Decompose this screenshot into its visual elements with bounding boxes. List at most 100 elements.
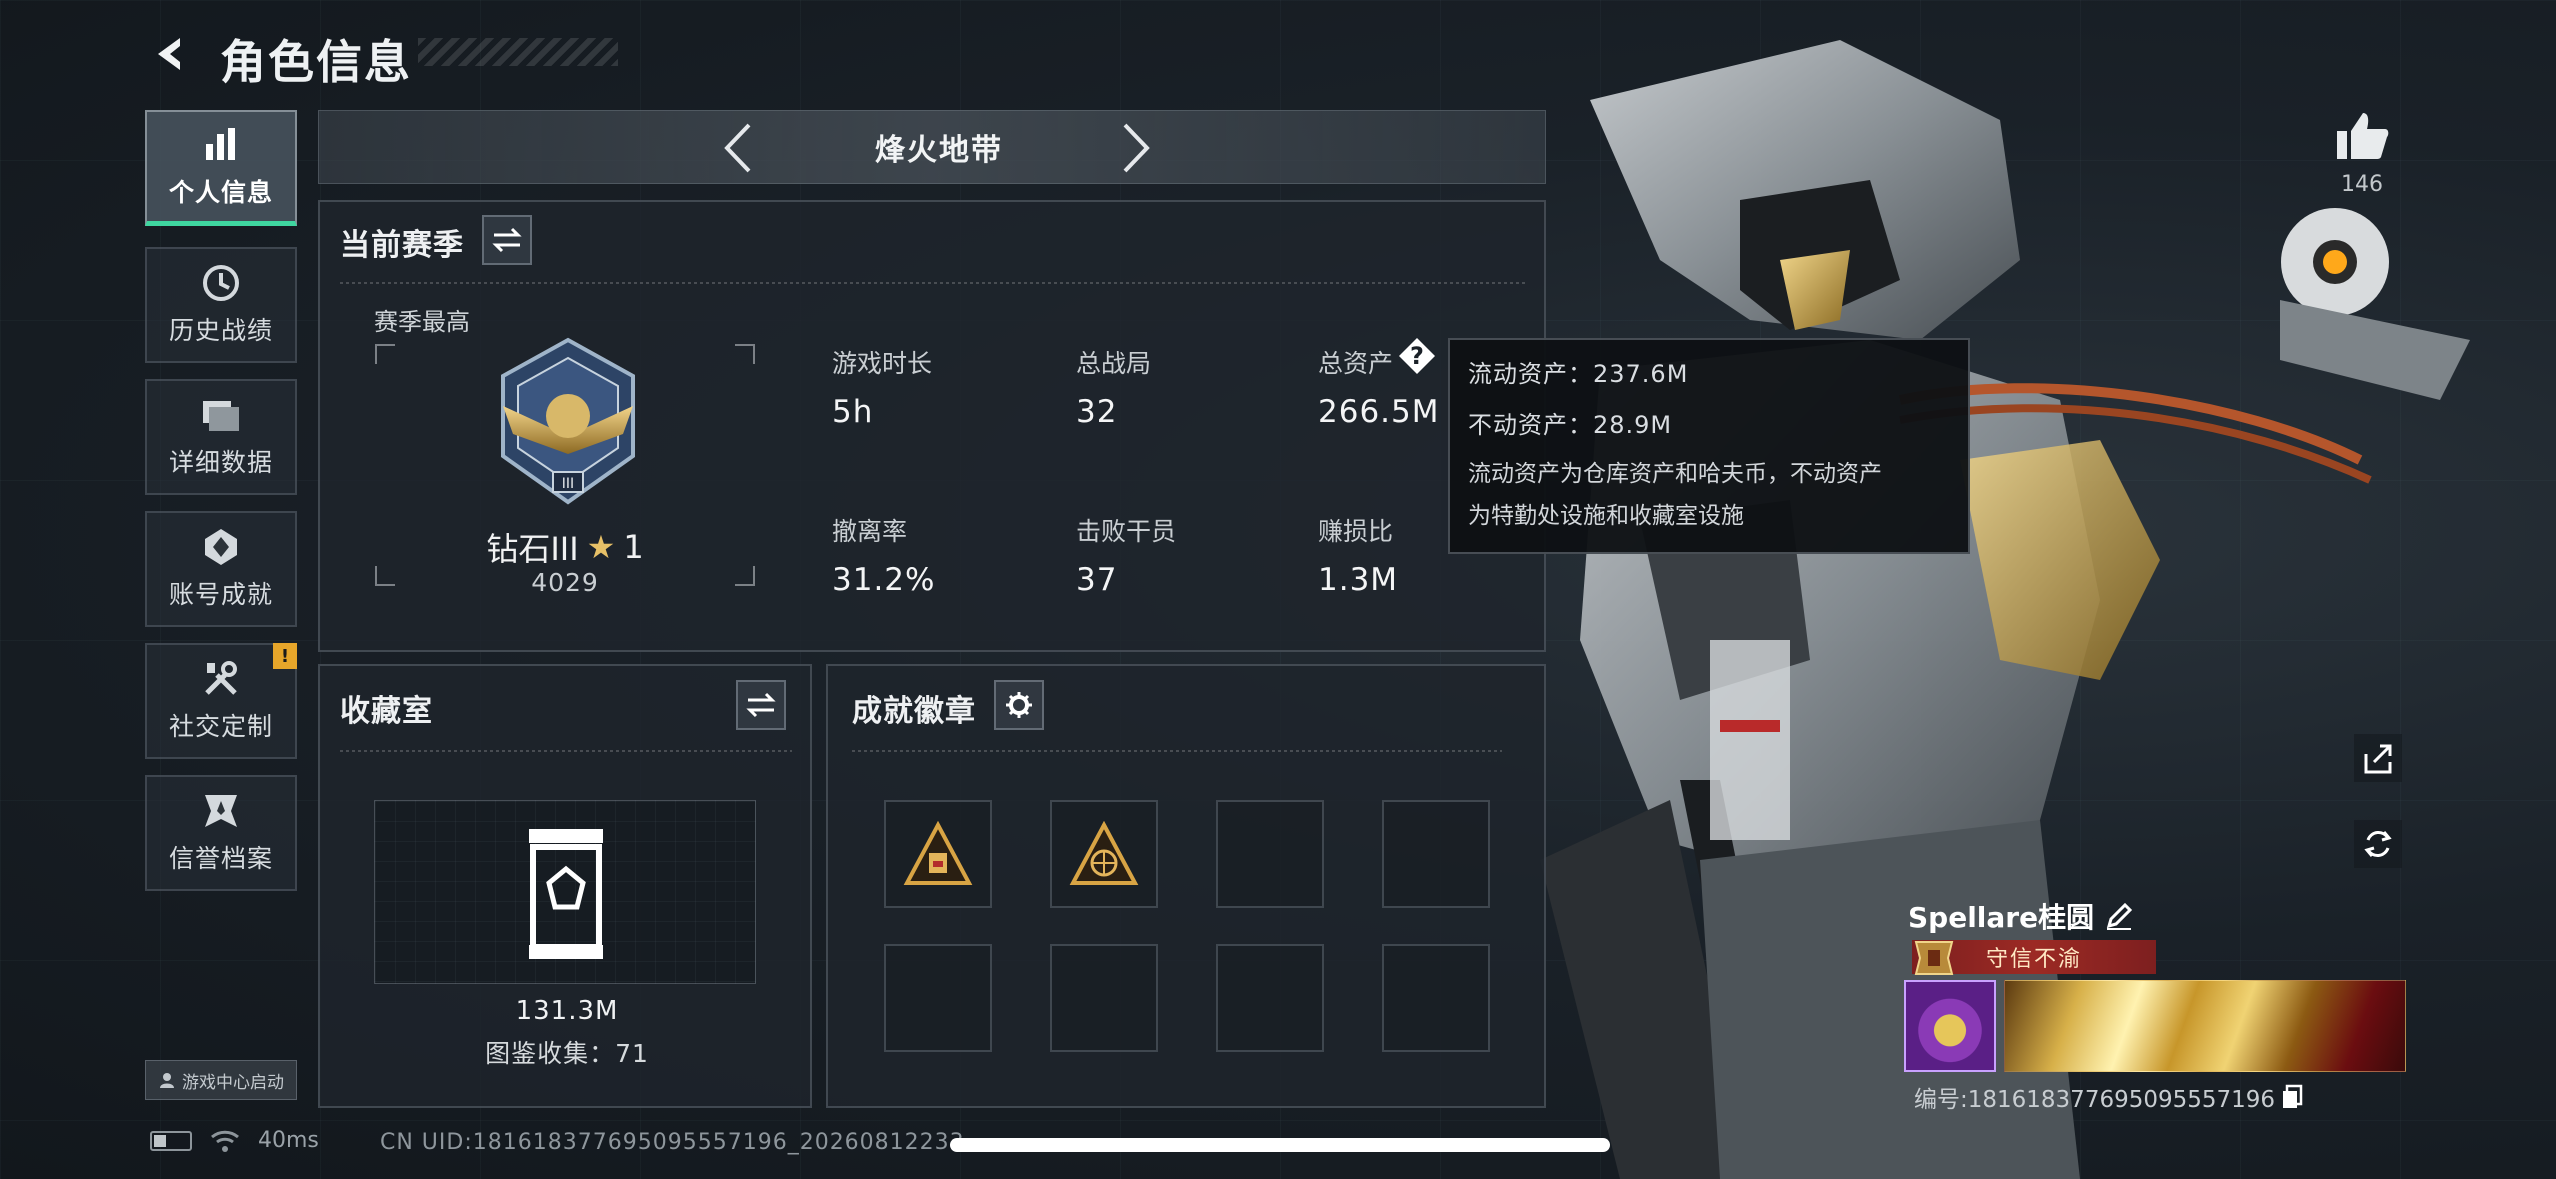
display-case-icon bbox=[529, 829, 603, 959]
badges-settings-button[interactable] bbox=[994, 680, 1044, 730]
collection-title: 收藏室 bbox=[340, 694, 433, 729]
swap-icon bbox=[492, 227, 522, 253]
badge-slot-empty[interactable] bbox=[1050, 944, 1158, 1052]
divider bbox=[340, 282, 1528, 284]
season-switch-button[interactable] bbox=[482, 215, 532, 265]
badges-panel: 成就徽章 bbox=[826, 664, 1546, 1108]
map-next-button[interactable] bbox=[1109, 121, 1163, 175]
star-icon: ★ bbox=[586, 528, 616, 566]
tooltip-liquid-assets: 流动资产：237.6M bbox=[1468, 360, 1689, 388]
achievement-icon bbox=[201, 527, 241, 567]
badges-title: 成就徽章 bbox=[852, 694, 976, 729]
back-button[interactable] bbox=[148, 30, 196, 78]
badge-slot-empty[interactable] bbox=[884, 944, 992, 1052]
back-arrow-icon bbox=[158, 38, 180, 70]
stat-total-games: 总战局 32 bbox=[1076, 344, 1151, 430]
triangle-badge-icon bbox=[903, 821, 973, 885]
rank-name: 钻石III bbox=[486, 530, 579, 568]
refresh-icon bbox=[2364, 831, 2392, 857]
collection-value: 131.3M bbox=[515, 996, 619, 1026]
nav-item-reputation[interactable]: 信誉档案 bbox=[145, 775, 297, 891]
tooltip-note-line2: 为特勤处设施和收藏室设施 bbox=[1468, 503, 1744, 529]
badge-slot-empty[interactable] bbox=[1382, 944, 1490, 1052]
share-button[interactable] bbox=[2354, 734, 2402, 782]
home-indicator[interactable] bbox=[950, 1138, 1610, 1152]
wifi-icon bbox=[211, 1130, 239, 1152]
player-banner[interactable] bbox=[2004, 980, 2406, 1072]
folder-icon bbox=[201, 395, 241, 435]
map-name: 烽火地带 bbox=[875, 133, 1003, 168]
alert-badge: ! bbox=[273, 643, 297, 669]
collection-room-preview[interactable] bbox=[374, 800, 756, 984]
nav-label: 个人信息 bbox=[168, 177, 273, 207]
divider bbox=[852, 750, 1502, 752]
triangle-badge-icon bbox=[1069, 821, 1139, 885]
stat-value: 37 bbox=[1076, 562, 1118, 598]
assets-tooltip: 流动资产：237.6M 不动资产：28.9M 流动资产为仓库资产和哈夫币，不动资… bbox=[1448, 338, 1970, 554]
divider bbox=[340, 750, 792, 752]
player-id: 编号:1816183776950955571​96 bbox=[1914, 1087, 2276, 1113]
collection-switch-button[interactable] bbox=[736, 680, 786, 730]
nav-item-achievements[interactable]: 账号成就 bbox=[145, 511, 297, 627]
stat-label: 撤离率 bbox=[832, 517, 908, 546]
tooltip-note-line1: 流动资产为仓库资产和哈夫币，不动资产 bbox=[1468, 461, 1882, 487]
edit-icon[interactable] bbox=[2104, 901, 2134, 931]
badge-slot[interactable] bbox=[1050, 800, 1158, 908]
game-center-button[interactable]: 游戏中心启动 bbox=[145, 1060, 297, 1100]
ping-value: 40ms bbox=[258, 1128, 319, 1153]
rotate-button[interactable] bbox=[2354, 820, 2402, 868]
history-clock-icon bbox=[201, 263, 241, 303]
nav-label: 社交定制 bbox=[168, 712, 273, 741]
chevron-right-icon bbox=[1123, 123, 1150, 173]
season-best-label: 赛季最高 bbox=[374, 308, 470, 336]
stat-value: 5h bbox=[832, 394, 874, 430]
badge-slot-empty[interactable] bbox=[1216, 800, 1324, 908]
player-name: Spellare桂圆 bbox=[1908, 901, 2095, 934]
thumbs-up-icon bbox=[2337, 113, 2389, 159]
swap-icon bbox=[746, 692, 776, 718]
map-prev-button[interactable] bbox=[711, 121, 765, 175]
status-bar: 40ms bbox=[150, 1128, 319, 1153]
game-center-label: 游戏中心启动 bbox=[182, 1072, 284, 1093]
stat-kills: 击败干员 37 bbox=[1076, 512, 1176, 598]
uid-text: CN UID:1816183776950955571​96_2026081223… bbox=[380, 1130, 965, 1155]
badge-slot[interactable] bbox=[884, 800, 992, 908]
season-panel: 当前赛季 赛季最高 III 钻石III ★ 1 4029 游戏时长 5h 总战局… bbox=[318, 200, 1546, 652]
copy-icon[interactable] bbox=[2281, 1084, 2303, 1110]
bar-chart-icon bbox=[201, 125, 241, 165]
stat-value: 31.2% bbox=[832, 562, 936, 598]
user-icon bbox=[160, 1073, 174, 1088]
nav-item-personal-info[interactable]: 个人信息 bbox=[145, 110, 297, 226]
stat-label: 击败干员 bbox=[1076, 517, 1177, 546]
badge-slot-empty[interactable] bbox=[1382, 800, 1490, 908]
svg-text:III: III bbox=[562, 476, 574, 492]
tooltip-fixed-assets: 不动资产：28.9M bbox=[1468, 411, 1673, 439]
stat-label: 游戏时长 bbox=[832, 349, 933, 378]
nav-label: 历史战绩 bbox=[168, 316, 273, 345]
stat-extract-rate: 撤离率 31.2% bbox=[832, 512, 935, 598]
nav-item-social[interactable]: ! 社交定制 bbox=[145, 643, 297, 759]
player-id-row: 编号:1816183776950955571​96 bbox=[1914, 1080, 2303, 1114]
nav-item-history[interactable]: 历史战绩 bbox=[145, 247, 297, 363]
nav-item-detailed-data[interactable]: 详细数据 bbox=[145, 379, 297, 495]
battery-icon bbox=[150, 1130, 192, 1151]
rank-stars: 1 bbox=[623, 528, 644, 566]
nav-label: 详细数据 bbox=[168, 448, 273, 477]
share-icon bbox=[2364, 744, 2392, 774]
avatar[interactable] bbox=[1904, 980, 1996, 1072]
season-title: 当前赛季 bbox=[340, 228, 464, 263]
stat-profit-ratio: 赚损比 1.3M bbox=[1318, 512, 1398, 598]
like-count: 146 bbox=[2341, 172, 2383, 197]
badge-slot-empty[interactable] bbox=[1216, 944, 1324, 1052]
stat-label: 总战局 bbox=[1076, 349, 1152, 378]
rank-frame: III 钻石III ★ 1 4029 bbox=[375, 337, 755, 597]
stat-value: 1.3M bbox=[1318, 562, 1399, 598]
rank-emblem-icon: III bbox=[501, 337, 635, 505]
map-selector: 烽火地带 bbox=[318, 110, 1546, 184]
like-button[interactable] bbox=[2330, 104, 2394, 168]
collection-panel: 收藏室 131.3M 图鉴收集：71 bbox=[318, 664, 812, 1108]
rank-score: 4029 bbox=[531, 568, 599, 597]
title-emblem-icon bbox=[1914, 941, 1954, 975]
stat-label: 赚损比 bbox=[1318, 517, 1394, 546]
reputation-icon bbox=[201, 791, 241, 831]
